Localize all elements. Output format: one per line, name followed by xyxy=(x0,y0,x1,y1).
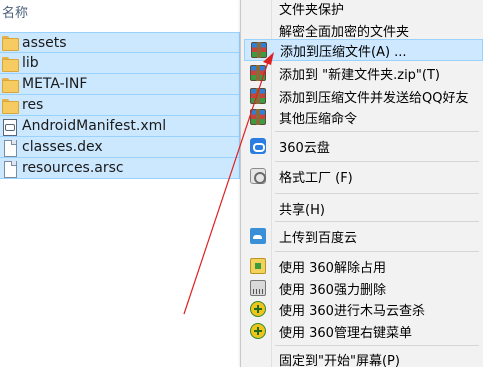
file-name: assets xyxy=(22,34,67,51)
file-row-meta-inf[interactable]: META-INF xyxy=(0,74,240,95)
menu-item-label: 360云盘 xyxy=(279,140,330,156)
menu-item-label: 共享(H) xyxy=(279,202,325,218)
shredder-icon xyxy=(250,280,266,296)
file-row-androidmanifest[interactable]: AndroidManifest.xml xyxy=(0,116,240,137)
menu-item-label: 使用 360强力删除 xyxy=(279,282,386,298)
file-row-lib[interactable]: lib xyxy=(0,53,240,74)
menu-item-label: 使用 360解除占用 xyxy=(279,260,386,276)
unlock-icon xyxy=(250,258,266,274)
cloud-icon xyxy=(250,138,266,154)
menu-item-label: 文件夹保护 xyxy=(279,2,345,18)
menu-separator xyxy=(275,161,479,162)
baidu-cloud-icon xyxy=(250,228,266,244)
menu-item-label: 添加到 "新建文件夹.zip"(T) xyxy=(279,67,440,83)
file-row-resources-arsc[interactable]: resources.arsc xyxy=(0,158,240,179)
winrar-icon xyxy=(251,42,267,58)
file-explorer-pane: 名称 assets lib META-INF res AndroidManife… xyxy=(0,0,240,367)
winrar-icon xyxy=(250,109,266,125)
column-header-name[interactable]: 名称 xyxy=(2,2,28,21)
file-name: classes.dex xyxy=(22,139,103,155)
file-name: resources.arsc xyxy=(22,160,124,176)
menu-item-label: 其他压缩命令 xyxy=(279,111,358,127)
file-name: lib xyxy=(22,55,39,71)
menu-separator xyxy=(275,345,479,346)
file-row-res[interactable]: res xyxy=(0,95,240,116)
menu-item-label: 添加到压缩文件并发送给QQ好友 xyxy=(279,90,469,106)
menu-item-folder-protect[interactable]: 文件夹保护 xyxy=(243,0,483,19)
xml-file-icon xyxy=(2,118,17,136)
menu-separator xyxy=(275,193,479,194)
file-row-classes-dex[interactable]: classes.dex xyxy=(0,137,240,158)
file-list: assets lib META-INF res AndroidManifest.… xyxy=(0,32,240,179)
menu-item-360-manage-menu[interactable]: 使用 360管理右键菜单 xyxy=(243,320,483,342)
folder-icon xyxy=(2,56,19,72)
menu-item-format-factory[interactable]: 格式工厂 (F) xyxy=(243,165,483,187)
menu-separator xyxy=(275,221,479,222)
menu-item-label: 固定到"开始"屏幕(P) xyxy=(279,353,400,367)
menu-separator xyxy=(275,251,479,252)
menu-item-360-cloud[interactable]: 360云盘 xyxy=(243,135,483,157)
folder-icon xyxy=(2,98,19,114)
shield-plus-icon xyxy=(250,323,266,339)
menu-item-label: 添加到压缩文件(A) ... xyxy=(280,44,407,60)
shield-plus-icon xyxy=(250,301,266,317)
menu-item-archive-send-qq[interactable]: 添加到压缩文件并发送给QQ好友 xyxy=(243,85,483,107)
winrar-icon xyxy=(250,88,266,104)
format-factory-icon xyxy=(250,168,266,184)
menu-item-360-unlock[interactable]: 使用 360解除占用 xyxy=(243,255,483,277)
menu-separator xyxy=(275,131,479,132)
folder-icon xyxy=(2,35,19,51)
context-menu: 文件夹保护 解密全面加密的文件夹 添加到压缩文件(A) ... 添加到 "新建文… xyxy=(240,0,483,367)
menu-item-other-compress[interactable]: 其他压缩命令 xyxy=(243,106,483,128)
menu-item-label: 使用 360进行木马云查杀 xyxy=(279,303,425,319)
menu-item-label: 格式工厂 (F) xyxy=(279,170,353,186)
menu-item-360-force-delete[interactable]: 使用 360强力删除 xyxy=(243,277,483,299)
menu-item-360-trojan-scan[interactable]: 使用 360进行木马云查杀 xyxy=(243,298,483,320)
menu-item-add-to-archive[interactable]: 添加到压缩文件(A) ... xyxy=(244,39,483,61)
file-name: res xyxy=(22,97,44,113)
menu-item-upload-baidu[interactable]: 上传到百度云 xyxy=(243,225,483,247)
menu-item-label: 上传到百度云 xyxy=(279,230,358,246)
file-name: AndroidManifest.xml xyxy=(22,118,167,134)
menu-item-share[interactable]: 共享(H) xyxy=(243,197,483,219)
file-row-assets[interactable]: assets xyxy=(0,32,240,53)
folder-icon xyxy=(2,77,19,93)
file-icon xyxy=(2,160,17,178)
menu-item-decrypt-folder[interactable]: 解密全面加密的文件夹 xyxy=(243,19,483,41)
file-name: META-INF xyxy=(22,76,88,92)
menu-item-pin-start[interactable]: 固定到"开始"屏幕(P) xyxy=(243,348,483,367)
winrar-icon xyxy=(250,65,266,81)
menu-item-label: 解密全面加密的文件夹 xyxy=(279,24,410,40)
file-icon xyxy=(2,139,17,157)
menu-item-label: 使用 360管理右键菜单 xyxy=(279,325,412,341)
menu-item-add-to-zip[interactable]: 添加到 "新建文件夹.zip"(T) xyxy=(243,62,483,84)
